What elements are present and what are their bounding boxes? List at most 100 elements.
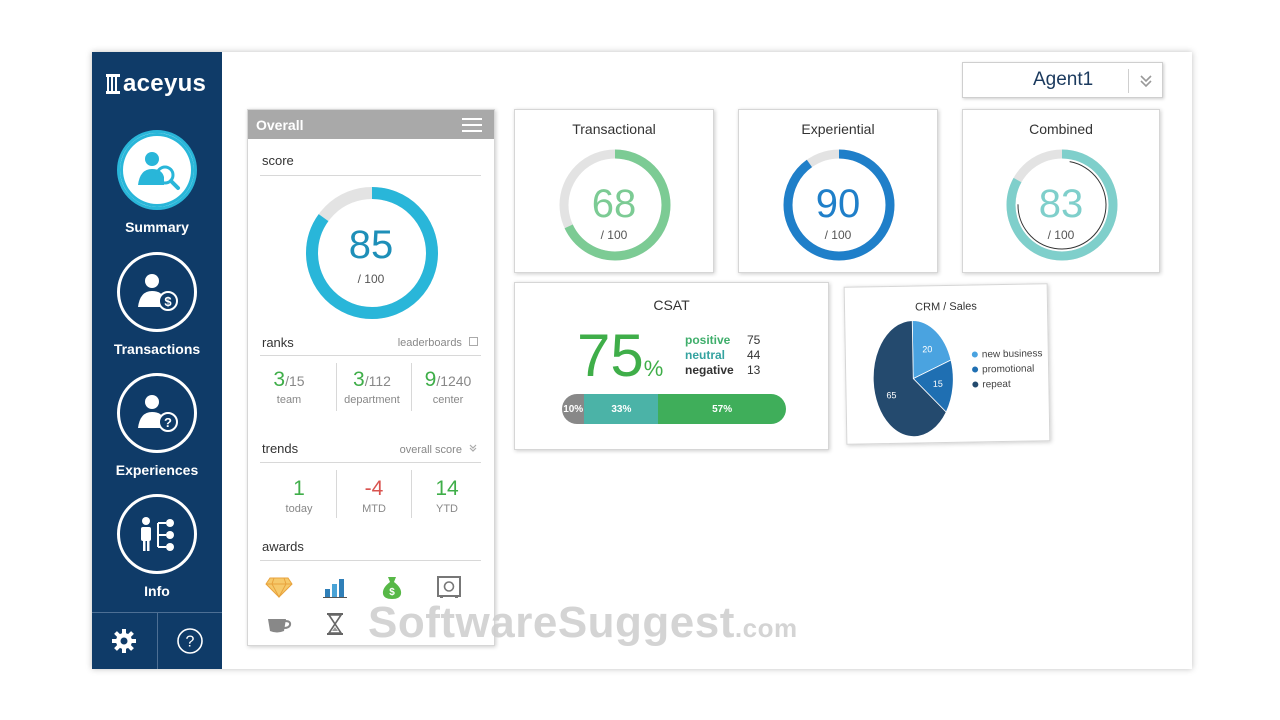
csat-stacked-bar: 10% 33% 57%	[562, 394, 786, 424]
trend-mtd: -4 MTD	[337, 477, 411, 515]
watermark-text: SoftwareSuggest	[368, 598, 735, 647]
trend-metric-select-value: overall score	[399, 444, 462, 456]
safe-icon[interactable]	[435, 574, 463, 600]
rank-department: 3/112 department	[335, 368, 409, 406]
gauge-value: 68	[591, 182, 637, 226]
rank-label: center	[432, 394, 464, 406]
csat-row-neutral: neutral 44	[685, 348, 760, 362]
diamond-icon[interactable]	[265, 574, 293, 600]
gauge-card-combined: Combined 83 / 100	[962, 109, 1160, 273]
overall-title: Overall	[256, 117, 304, 133]
sidebar-item-summary[interactable]: Summary	[92, 130, 222, 235]
logo: aceyus	[106, 70, 206, 98]
money-bag-icon[interactable]: $	[378, 574, 406, 600]
trends-label: trends	[262, 441, 299, 456]
rank-value: 3	[353, 368, 365, 391]
overall-header: Overall	[248, 110, 494, 139]
trend-label: YTD	[436, 503, 458, 515]
leaderboards-link-text: leaderboards	[397, 337, 462, 349]
watermark: SoftwareSuggest.com	[368, 598, 798, 648]
rank-total: /112	[364, 373, 391, 389]
agent-search-icon	[117, 130, 197, 210]
trend-value: 1	[293, 477, 305, 500]
overall-panel: Overall score 85 / 100 ranks leaderboard…	[247, 109, 495, 646]
help-button[interactable]: ?	[158, 613, 223, 669]
crm-sales-card: CRM / Sales 20 15 65 new business promotio…	[843, 283, 1051, 445]
score-value: 85	[348, 223, 394, 267]
divider	[260, 355, 481, 356]
trend-ytd: 14 YTD	[410, 477, 484, 515]
gauge-max: / 100	[1047, 228, 1075, 242]
sidebar: aceyus Summary $ Transactions ? Experien…	[92, 52, 222, 669]
ranks-label: ranks	[262, 335, 294, 350]
leaderboards-link[interactable]: leaderboards	[398, 337, 478, 349]
trend-label: today	[285, 503, 313, 515]
pie-slice-label: 20	[922, 344, 932, 354]
settings-button[interactable]	[92, 613, 158, 669]
rank-value: 3	[273, 368, 286, 391]
svg-text:?: ?	[185, 634, 194, 651]
rank-value: 9	[424, 368, 437, 391]
rank-center: 9/1240 center	[411, 368, 485, 406]
double-chevron-down-icon[interactable]	[1128, 69, 1162, 93]
divider	[260, 175, 481, 176]
legend-item-promotional: promotional	[972, 361, 1043, 377]
csat-row-positive: positive 75	[685, 333, 760, 347]
coffee-cup-icon[interactable]	[265, 611, 293, 637]
sidebar-item-label: Transactions	[113, 341, 201, 357]
agent-dollar-icon: $	[117, 252, 197, 332]
gauge-title: Transactional	[572, 121, 656, 137]
svg-text:$: $	[389, 587, 395, 598]
gauge-title: Combined	[1029, 121, 1093, 137]
question-icon: ?	[176, 628, 203, 654]
agent-select[interactable]: Agent1	[962, 62, 1163, 98]
double-chevron-down-icon	[469, 444, 477, 452]
legend-label: repeat	[982, 378, 1011, 391]
sidebar-item-experiences[interactable]: ? Experiences	[92, 373, 222, 478]
csat-row-value: 13	[747, 363, 761, 377]
divider	[260, 560, 481, 561]
legend-item-repeat: repeat	[972, 376, 1043, 392]
csat-value-unit: %	[643, 356, 664, 381]
pie-slice-label: 65	[886, 390, 896, 400]
csat-bar-segment-positive: 57%	[658, 394, 786, 424]
external-link-icon	[469, 337, 478, 346]
pie-legend: new business promotional repeat	[971, 346, 1043, 392]
hamburger-menu-icon[interactable]	[462, 118, 482, 132]
csat-row-label: positive	[685, 333, 731, 347]
legend-swatch	[971, 351, 978, 358]
csat-value: 75%	[577, 321, 663, 390]
rank-label: department	[344, 394, 400, 406]
bar-chart-icon[interactable]	[321, 574, 349, 600]
legend-label: new business	[981, 348, 1043, 361]
legend-swatch	[972, 366, 979, 373]
gauge-title: Experiential	[801, 121, 875, 137]
csat-value-number: 75	[577, 322, 644, 389]
divider	[260, 462, 481, 463]
logo-text: aceyus	[123, 70, 207, 97]
pie-title: CRM / Sales	[915, 300, 977, 314]
org-chart-icon	[117, 494, 197, 574]
sidebar-item-info[interactable]: Info	[92, 494, 222, 599]
trend-value: 14	[435, 477, 459, 500]
hourglass-icon[interactable]	[321, 611, 349, 637]
sidebar-item-transactions[interactable]: $ Transactions	[92, 252, 222, 357]
gauge-value: 90	[815, 182, 861, 226]
csat-row-value: 75	[747, 333, 761, 347]
agent-select-value: Agent1	[1033, 69, 1094, 90]
rank-team: 3/15 team	[252, 368, 326, 406]
csat-card: CSAT 75% positive 75 neutral 44 negative 13…	[514, 282, 829, 450]
rank-total: /15	[285, 373, 305, 389]
dashboard-window: aceyus Summary $ Transactions ? Experien…	[92, 52, 1192, 669]
rank-total: /1240	[436, 373, 472, 389]
score-max: / 100	[357, 272, 385, 286]
csat-row-label: neutral	[685, 348, 726, 362]
trend-label: MTD	[362, 503, 386, 515]
gear-icon	[112, 629, 137, 653]
watermark-suffix: .com	[734, 613, 798, 643]
csat-row-label: negative	[685, 363, 734, 377]
svg-text:?: ?	[164, 415, 172, 430]
rank-label: team	[276, 394, 302, 406]
gauge-value: 83	[1038, 182, 1084, 226]
trend-metric-select[interactable]: overall score	[400, 443, 478, 456]
